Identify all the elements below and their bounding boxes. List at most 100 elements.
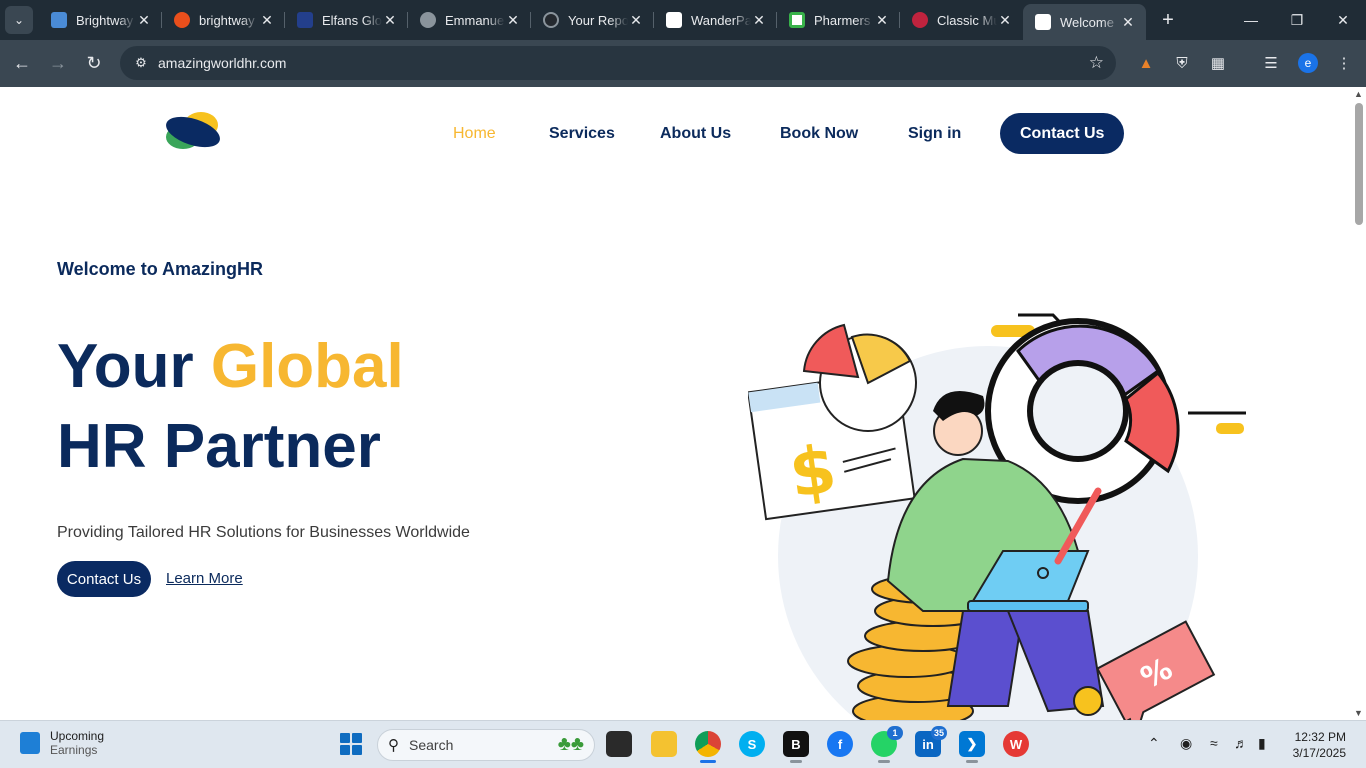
battery-icon[interactable]: ▮ (1258, 735, 1266, 752)
app-b-icon[interactable]: B (783, 731, 809, 757)
tab-favicon-icon (174, 12, 190, 28)
volume-icon[interactable]: ♬ (1234, 735, 1248, 751)
widget-title: Upcoming (50, 729, 105, 743)
skype-icon[interactable]: S (739, 731, 765, 757)
widget-subtitle: Earnings (50, 743, 98, 757)
tab-strip: ⌄ Brightway ✕ brightway ✕ Elfans Glo ✕ Emma… (0, 0, 1366, 40)
task-view-icon[interactable] (606, 731, 632, 757)
clock-time: 12:32 PM (1294, 730, 1346, 744)
tab-favicon-icon (51, 12, 67, 28)
taskbar-search[interactable]: ⚲ Search ♣♣ (377, 729, 595, 761)
media-controls-icon[interactable]: ☰ (1260, 52, 1282, 74)
tab-favicon-icon (666, 12, 682, 28)
tab[interactable]: Emmanue ✕ (408, 0, 531, 40)
search-icon: ⚲ (388, 737, 399, 754)
file-explorer-icon[interactable] (651, 731, 677, 757)
system-clock[interactable]: 12:32 PM 3/17/2025 (1293, 729, 1346, 761)
facebook-icon[interactable]: f (827, 731, 853, 757)
wps-office-icon[interactable]: W (1003, 731, 1029, 757)
tab-favicon-icon (297, 12, 313, 28)
metamask-icon[interactable]: ▲ (1135, 52, 1157, 74)
back-button[interactable]: ← (4, 46, 40, 82)
chevron-down-icon: ⌄ (13, 13, 25, 27)
window-controls: — ❐ ✕ (1228, 0, 1366, 40)
tab-search-button[interactable]: ⌄ (5, 6, 33, 34)
profile-avatar[interactable]: e (1298, 53, 1318, 73)
tab[interactable]: brightway ✕ (162, 0, 285, 40)
hero-contact-button[interactable]: Contact Us (57, 561, 151, 597)
tab[interactable]: Pharmers ✕ (777, 0, 900, 40)
linkedin-icon[interactable]: in 35 (915, 726, 947, 757)
tab-favicon-icon (789, 12, 805, 28)
scroll-up-icon[interactable]: ▲ (1354, 89, 1363, 99)
shield-icon[interactable]: ⛨ (1171, 52, 1193, 74)
headline-word: Your (57, 332, 194, 401)
chrome-icon[interactable] (695, 731, 721, 757)
forward-button[interactable]: → (40, 46, 76, 82)
page-scrollbar[interactable]: ▲ ▼ (1352, 87, 1366, 720)
taskbar: Upcoming Earnings ⚲ Search ♣♣ S B f 1 in… (0, 720, 1366, 768)
tab[interactable]: Your Repo ✕ (531, 0, 654, 40)
linkedin-badge: 35 (930, 726, 947, 740)
whatsapp-badge: 1 (887, 726, 903, 740)
web-page: Home Services About Us Book Now Sign in … (0, 87, 1352, 720)
scroll-thumb[interactable] (1355, 103, 1363, 225)
tab-active[interactable]: Welcome ✕ (1023, 4, 1146, 40)
reload-button[interactable]: ↻ (76, 46, 112, 82)
tab[interactable]: Brightway ✕ (39, 0, 162, 40)
restore-button[interactable]: ❐ (1274, 0, 1320, 40)
address-bar[interactable]: ⚙ amazingworldhr.com ☆ (120, 46, 1116, 80)
tray-overflow-icon[interactable]: ⌃ (1148, 735, 1160, 752)
close-icon[interactable]: ✕ (751, 12, 767, 29)
bookmark-star-icon[interactable]: ☆ (1089, 53, 1104, 73)
close-icon: ✕ (1337, 11, 1349, 28)
headline-line2: HR Partner (57, 412, 381, 481)
close-icon[interactable]: ✕ (136, 12, 152, 29)
close-icon[interactable]: ✕ (382, 12, 398, 29)
url-text[interactable]: amazingworldhr.com (158, 55, 286, 71)
site-info-icon[interactable]: ⚙ (126, 55, 156, 71)
close-icon[interactable]: ✕ (505, 12, 521, 29)
close-window-button[interactable]: ✕ (1320, 0, 1366, 40)
scroll-down-icon[interactable]: ▼ (1354, 708, 1363, 718)
clock-date: 3/17/2025 (1292, 746, 1346, 760)
plus-icon: + (1162, 8, 1174, 31)
tab[interactable]: WanderPa ✕ (654, 0, 777, 40)
nav-book-now[interactable]: Book Now (780, 113, 858, 154)
close-icon[interactable]: ✕ (874, 12, 890, 29)
extensions-icon[interactable]: ▦ (1207, 52, 1229, 74)
nav-home[interactable]: Home (453, 113, 496, 154)
learn-more-link[interactable]: Learn More (166, 570, 243, 587)
tab-title: Elfans Glo (322, 12, 382, 28)
tab-title: Your Repo (568, 12, 628, 28)
tab-title: Brightway (76, 12, 134, 28)
microphone-icon[interactable]: ◉ (1180, 735, 1192, 752)
minimize-button[interactable]: — (1228, 0, 1274, 40)
tab-title: Pharmers (814, 12, 871, 28)
close-icon[interactable]: ✕ (1120, 14, 1136, 31)
amazinghr-logo[interactable] (163, 107, 225, 157)
start-button[interactable] (340, 733, 362, 755)
arrow-right-icon: → (49, 53, 67, 73)
tab-title: WanderPa (691, 12, 751, 28)
close-icon[interactable]: ✕ (997, 12, 1013, 29)
hero-headline: Your Global HR Partner (57, 327, 404, 487)
new-tab-button[interactable]: + (1154, 6, 1182, 34)
nav-sign-in[interactable]: Sign in (908, 113, 961, 154)
nav-contact-button[interactable]: Contact Us (1000, 113, 1125, 154)
whatsapp-icon[interactable]: 1 (871, 726, 903, 757)
vscode-icon[interactable]: ❯ (959, 731, 985, 757)
nav-about[interactable]: About Us (660, 113, 731, 154)
nav-services[interactable]: Services (549, 113, 615, 154)
github-icon (543, 12, 559, 28)
widgets-button[interactable]: Upcoming Earnings (20, 729, 104, 757)
restore-icon: ❐ (1290, 11, 1304, 28)
close-icon[interactable]: ✕ (628, 12, 644, 29)
hero-illustration: $ % (748, 313, 1246, 720)
menu-kebab-icon[interactable]: ⋮ (1333, 52, 1355, 74)
tab[interactable]: Classic Mu ✕ (900, 0, 1023, 40)
tab[interactable]: Elfans Glo ✕ (285, 0, 408, 40)
wifi-icon[interactable]: ≈ (1210, 735, 1218, 751)
close-icon[interactable]: ✕ (259, 12, 275, 29)
tab-title: brightway (199, 12, 255, 28)
